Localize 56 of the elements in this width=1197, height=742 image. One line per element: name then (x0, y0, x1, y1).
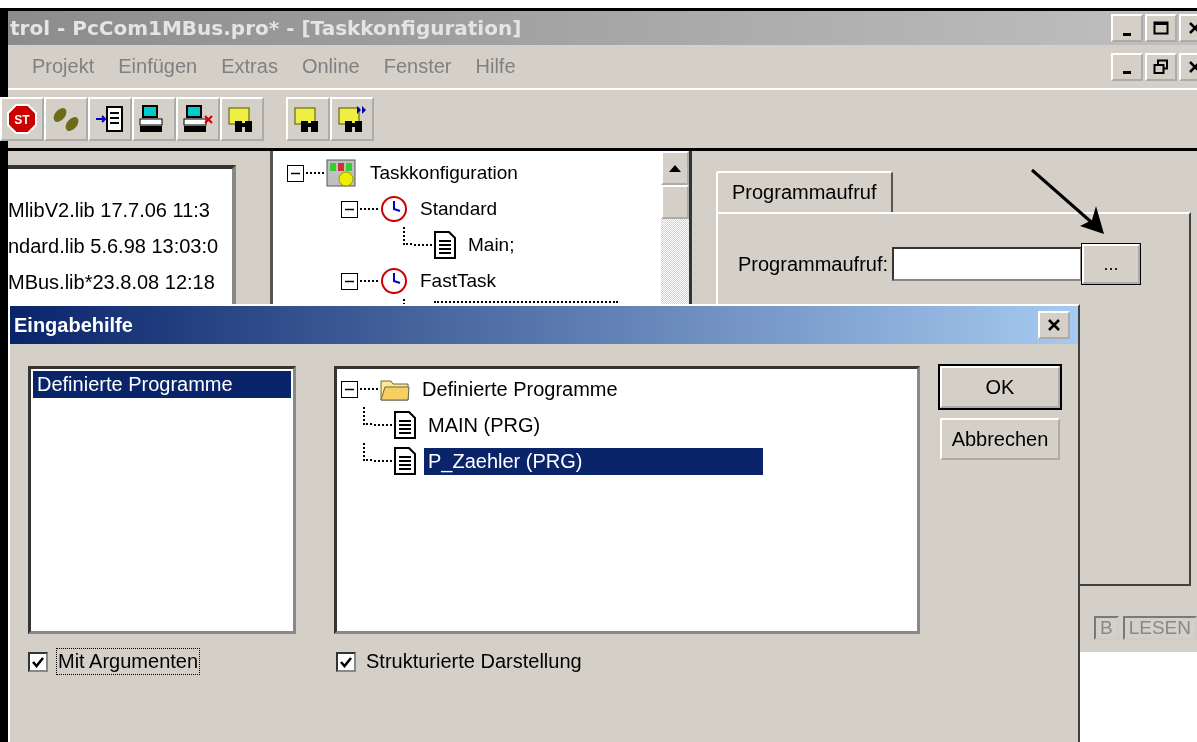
library-entry[interactable]: MlibV2.lib 17.7.06 11:3 (8, 199, 232, 235)
library-entry[interactable]: MBus.lib*23.8.08 12:18 (8, 271, 232, 307)
tree-item[interactable]: Taskkonfiguration (366, 160, 522, 186)
collapse-icon[interactable] (341, 380, 358, 398)
document-icon (434, 231, 456, 259)
up-arrow-icon (668, 163, 682, 173)
checkbox[interactable] (336, 651, 356, 672)
arrow-list-icon[interactable] (88, 97, 132, 141)
maximize-button[interactable] (1145, 14, 1177, 42)
footsteps-icon[interactable] (44, 97, 88, 141)
dialog-title: Eingabehilfe (14, 313, 133, 337)
minimize-icon (1123, 71, 1131, 74)
collapse-icon[interactable] (287, 164, 304, 182)
checkbox-label[interactable]: Mit Argumenten (56, 648, 201, 675)
ok-button[interactable]: OK (940, 366, 1060, 408)
tree-item[interactable]: Definierte Programme (418, 375, 622, 403)
close-icon (1047, 318, 1061, 332)
library-entry[interactable]: ndard.lib 5.6.98 13:03:0 (8, 235, 232, 271)
computer-icon[interactable] (132, 97, 176, 141)
status-segment: B (1094, 616, 1119, 640)
tree-item[interactable]: Standard (416, 196, 502, 222)
folder-icon (380, 377, 410, 401)
folder-binoculars-forward-icon[interactable] (330, 97, 374, 141)
minimize-button[interactable] (1111, 14, 1143, 42)
tree-item[interactable]: FastTask (416, 268, 501, 294)
status-segment: LESEN (1122, 616, 1197, 640)
tab[interactable]: Programmaufruf (716, 171, 893, 214)
document-icon (394, 411, 416, 439)
field-label: Programmaufruf: (738, 252, 889, 276)
minimize-button[interactable] (1111, 52, 1143, 81)
close-button[interactable] (1038, 311, 1070, 339)
tree-item[interactable]: MAIN (PRG) (424, 411, 545, 439)
clock-icon (380, 195, 408, 223)
cancel-button[interactable]: Abbrechen (940, 418, 1060, 460)
folder-binoculars-icon[interactable] (286, 97, 330, 141)
input-field[interactable] (892, 247, 1083, 281)
checkbox-label[interactable]: Strukturierte Darstellung (364, 648, 584, 675)
restore-icon (1153, 58, 1169, 75)
browse-button[interactable]: ... (1082, 244, 1141, 284)
checkbox[interactable] (28, 651, 48, 672)
tree-item[interactable]: P_Zaehler (PRG) (424, 447, 763, 475)
window-title: trol - PcCom1MBus.pro* - [Taskkonfiguration] (9, 16, 522, 40)
restore-button[interactable] (1145, 52, 1177, 81)
clock-icon (380, 267, 408, 295)
category-item[interactable]: Definierte Programme (33, 371, 291, 398)
stop-sign-icon[interactable]: ST (0, 97, 44, 141)
folder-binoculars-icon[interactable] (220, 97, 264, 141)
computer-x-icon[interactable] (176, 97, 220, 141)
collapse-icon[interactable] (341, 272, 358, 290)
scroll-thumb[interactable] (661, 185, 689, 219)
tree-item[interactable]: Main; (464, 232, 519, 258)
task-config-icon (326, 158, 358, 188)
minimize-icon (1123, 32, 1131, 36)
collapse-icon[interactable] (341, 200, 358, 218)
document-icon (394, 447, 416, 475)
maximize-icon (1153, 21, 1169, 35)
